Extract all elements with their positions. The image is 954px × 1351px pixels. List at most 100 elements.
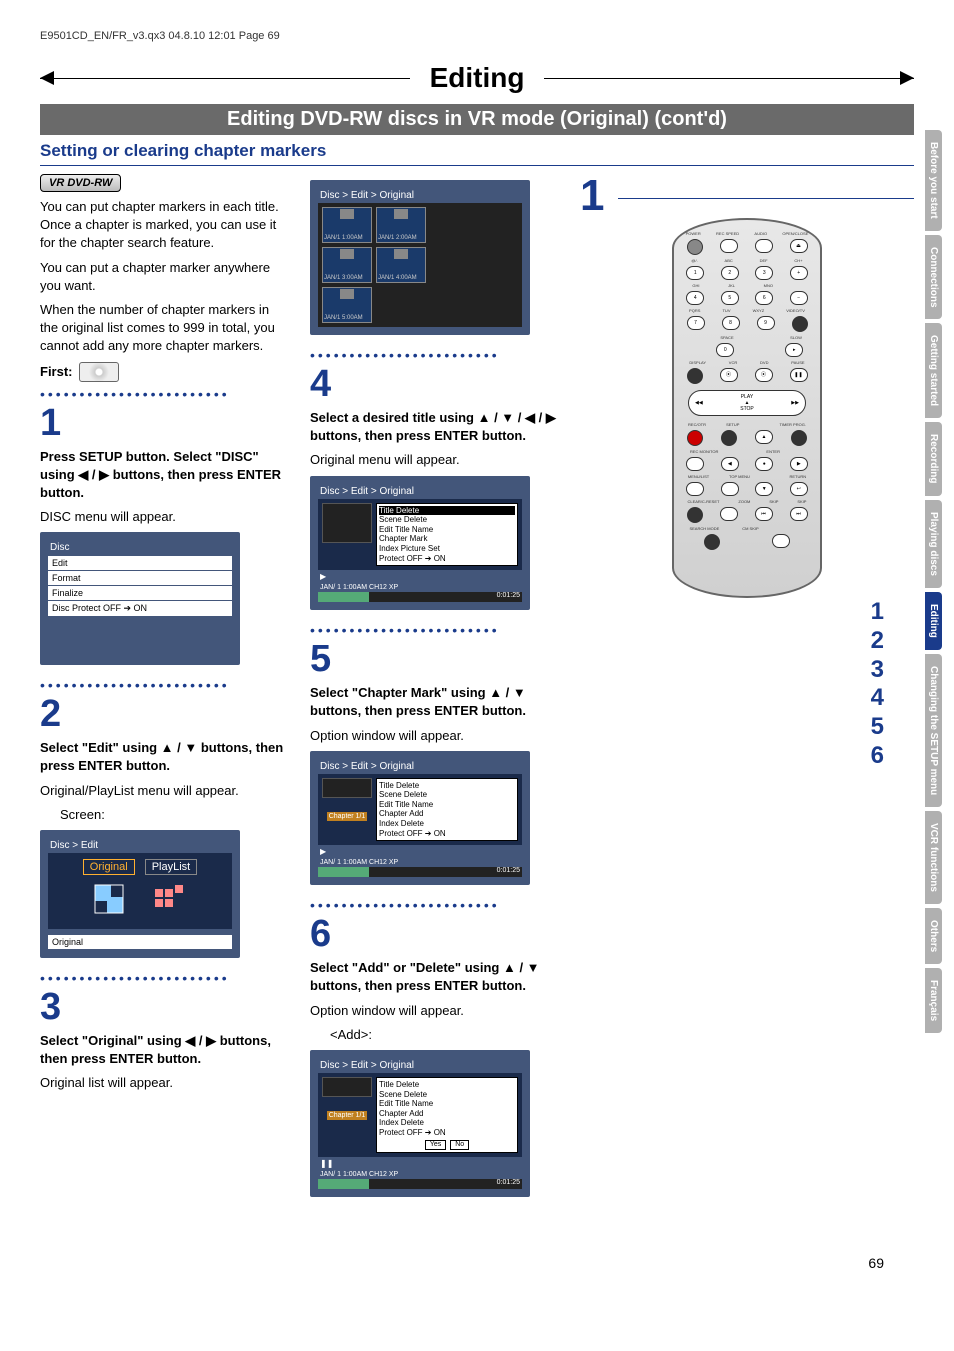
section-title: Setting or clearing chapter markers	[40, 141, 914, 161]
dvd-disc-icon	[79, 362, 119, 382]
submenu-item: Chapter Add	[379, 809, 515, 819]
dots: ••••••••••••••••••••••••	[310, 622, 560, 638]
disc-menu-title: Disc	[48, 540, 232, 555]
playlist-label: PlayList	[145, 859, 198, 875]
thumb: JAN/1 2:00AM	[376, 207, 426, 243]
progress: 0:01:25	[318, 1179, 522, 1189]
intro-1: You can put chapter markers in each titl…	[40, 198, 290, 253]
step-2-num: 2	[40, 695, 290, 733]
yes-btn: Yes	[425, 1140, 446, 1150]
submenu-item: Edit Title Name	[379, 525, 515, 535]
step-2-head: Select "Edit" using ▲ / ▼ buttons, then …	[40, 739, 290, 775]
thumb: JAN/1 1:00AM	[322, 207, 372, 243]
dots: ••••••••••••••••••••••••	[310, 347, 560, 363]
step-list-right: 1 2 3 4 5 6	[580, 598, 914, 771]
step-1-num: 1	[40, 404, 290, 442]
original-icon	[89, 879, 129, 919]
chapter-badge: Chapter 1/1	[327, 812, 368, 821]
tab-playing: Playing discs	[925, 500, 942, 588]
submenu-item: Chapter Mark	[379, 534, 515, 544]
add-label: <Add>:	[310, 1026, 560, 1044]
step-3-head: Select "Original" using ◀ / ▶ buttons, t…	[40, 1032, 290, 1068]
disc-menu-item: Disc Protect OFF ➔ ON	[48, 601, 232, 616]
edit-breadcrumb: Disc > Edit	[48, 838, 232, 853]
submenu-item: Index Picture Set	[379, 544, 515, 554]
tab-francais: Français	[925, 968, 942, 1033]
page-title: Editing	[410, 62, 545, 94]
submenu-item: Chapter Add	[379, 1109, 515, 1119]
title-breadcrumb: Disc > Edit > Original	[318, 484, 522, 499]
dots: ••••••••••••••••••••••••	[310, 897, 560, 913]
disc-menu: Disc Edit Format Finalize Disc Protect O…	[40, 532, 240, 665]
tab-vcr: VCR functions	[925, 811, 942, 904]
step-2-sub: Original/PlayList menu will appear.	[40, 782, 290, 800]
submenu-item: Protect OFF ➔ ON	[379, 1128, 515, 1138]
grid-breadcrumb: Disc > Edit > Original	[318, 188, 522, 203]
disc-menu-item: Format	[48, 571, 232, 585]
submenu-item: Title Delete	[379, 1080, 515, 1090]
preview-thumb	[322, 778, 372, 798]
step-4-num: 4	[310, 365, 560, 403]
title-banner: Editing	[40, 62, 914, 94]
submenu-item: Scene Delete	[379, 790, 515, 800]
preview-thumb	[322, 1077, 372, 1097]
chapter-badge: Chapter 1/1	[327, 1111, 368, 1120]
title-menu: Disc > Edit > Original Title Delete Scen…	[310, 476, 530, 611]
sidebar-tabs: Before you start Connections Getting sta…	[925, 130, 942, 1033]
disc-menu-item: Edit	[48, 556, 232, 570]
status: JAN/ 1 1:00AM CH12 XP	[318, 1170, 522, 1179]
step-1-head: Press SETUP button. Select "DISC" using …	[40, 448, 290, 503]
tab-getting-started: Getting started	[925, 323, 942, 418]
status: JAN/ 1 1:00AM CH12 XP	[318, 858, 522, 867]
preview-thumb	[322, 503, 372, 543]
edit-menu: Disc > Edit Original PlayList Original	[40, 830, 240, 958]
intro-3: When the number of chapter markers in th…	[40, 301, 290, 356]
step-4-head: Select a desired title using ▲ / ▼ / ◀ /…	[310, 409, 560, 445]
edit-footer: Original	[48, 935, 232, 949]
first-label: First:	[40, 364, 73, 379]
submenu-item: Scene Delete	[379, 1090, 515, 1100]
tab-editing: Editing	[925, 592, 942, 650]
thumb: JAN/1 4:00AM	[376, 247, 426, 283]
progress: 0:01:25	[318, 592, 522, 602]
playlist-icon	[151, 879, 191, 919]
original-label: Original	[83, 859, 135, 875]
thumb: JAN/1 5:00AM	[322, 287, 372, 323]
step-4-sub: Original menu will appear.	[310, 451, 560, 469]
tab-recording: Recording	[925, 422, 942, 495]
tab-setup: Changing the SETUP menu	[925, 654, 942, 807]
disc-menu-item: Finalize	[48, 586, 232, 600]
dots: ••••••••••••••••••••••••	[40, 677, 290, 693]
thumb-grid: Disc > Edit > Original JAN/1 1:00AM JAN/…	[310, 180, 530, 335]
progress: 0:01:25	[318, 867, 522, 877]
submenu-item: Index Delete	[379, 1118, 515, 1128]
screen-label: Screen:	[40, 806, 290, 824]
submenu-item: Edit Title Name	[379, 1099, 515, 1109]
play-bar: ◀◀ PLAY▲STOP ▶▶	[688, 390, 806, 416]
step-5-head: Select "Chapter Mark" using ▲ / ▼ button…	[310, 684, 560, 720]
tab-others: Others	[925, 908, 942, 964]
status: JAN/ 1 1:00AM CH12 XP	[318, 583, 522, 592]
add-menu: Disc > Edit > Original Chapter 1/1 Title…	[310, 1050, 530, 1197]
step-3-num: 3	[40, 988, 290, 1026]
step-6-head: Select "Add" or "Delete" using ▲ / ▼ but…	[310, 959, 560, 995]
tab-connections: Connections	[925, 235, 942, 320]
file-header: E9501CD_EN/FR_v3.qx3 04.8.10 12:01 Page …	[40, 30, 914, 42]
submenu-item: Index Delete	[379, 819, 515, 829]
submenu-item: Protect OFF ➔ ON	[379, 829, 515, 839]
submenu-item: Protect OFF ➔ ON	[379, 554, 515, 564]
step-6-sub: Option window will appear.	[310, 1002, 560, 1020]
dots: ••••••••••••••••••••••••	[40, 386, 290, 402]
big-step-1: 1	[580, 174, 604, 218]
add-breadcrumb: Disc > Edit > Original	[318, 1058, 522, 1073]
thumb: JAN/1 3:00AM	[322, 247, 372, 283]
submenu-item: Edit Title Name	[379, 800, 515, 810]
tab-before: Before you start	[925, 130, 942, 231]
submenu-item: Title Delete	[379, 781, 515, 791]
step-6-num: 6	[310, 915, 560, 953]
vr-badge: VR DVD-RW	[40, 174, 121, 192]
chapter-breadcrumb: Disc > Edit > Original	[318, 759, 522, 774]
intro-2: You can put a chapter marker anywhere yo…	[40, 259, 290, 295]
subtitle-bar: Editing DVD-RW discs in VR mode (Origina…	[40, 104, 914, 135]
step-3-sub: Original list will appear.	[40, 1074, 290, 1092]
